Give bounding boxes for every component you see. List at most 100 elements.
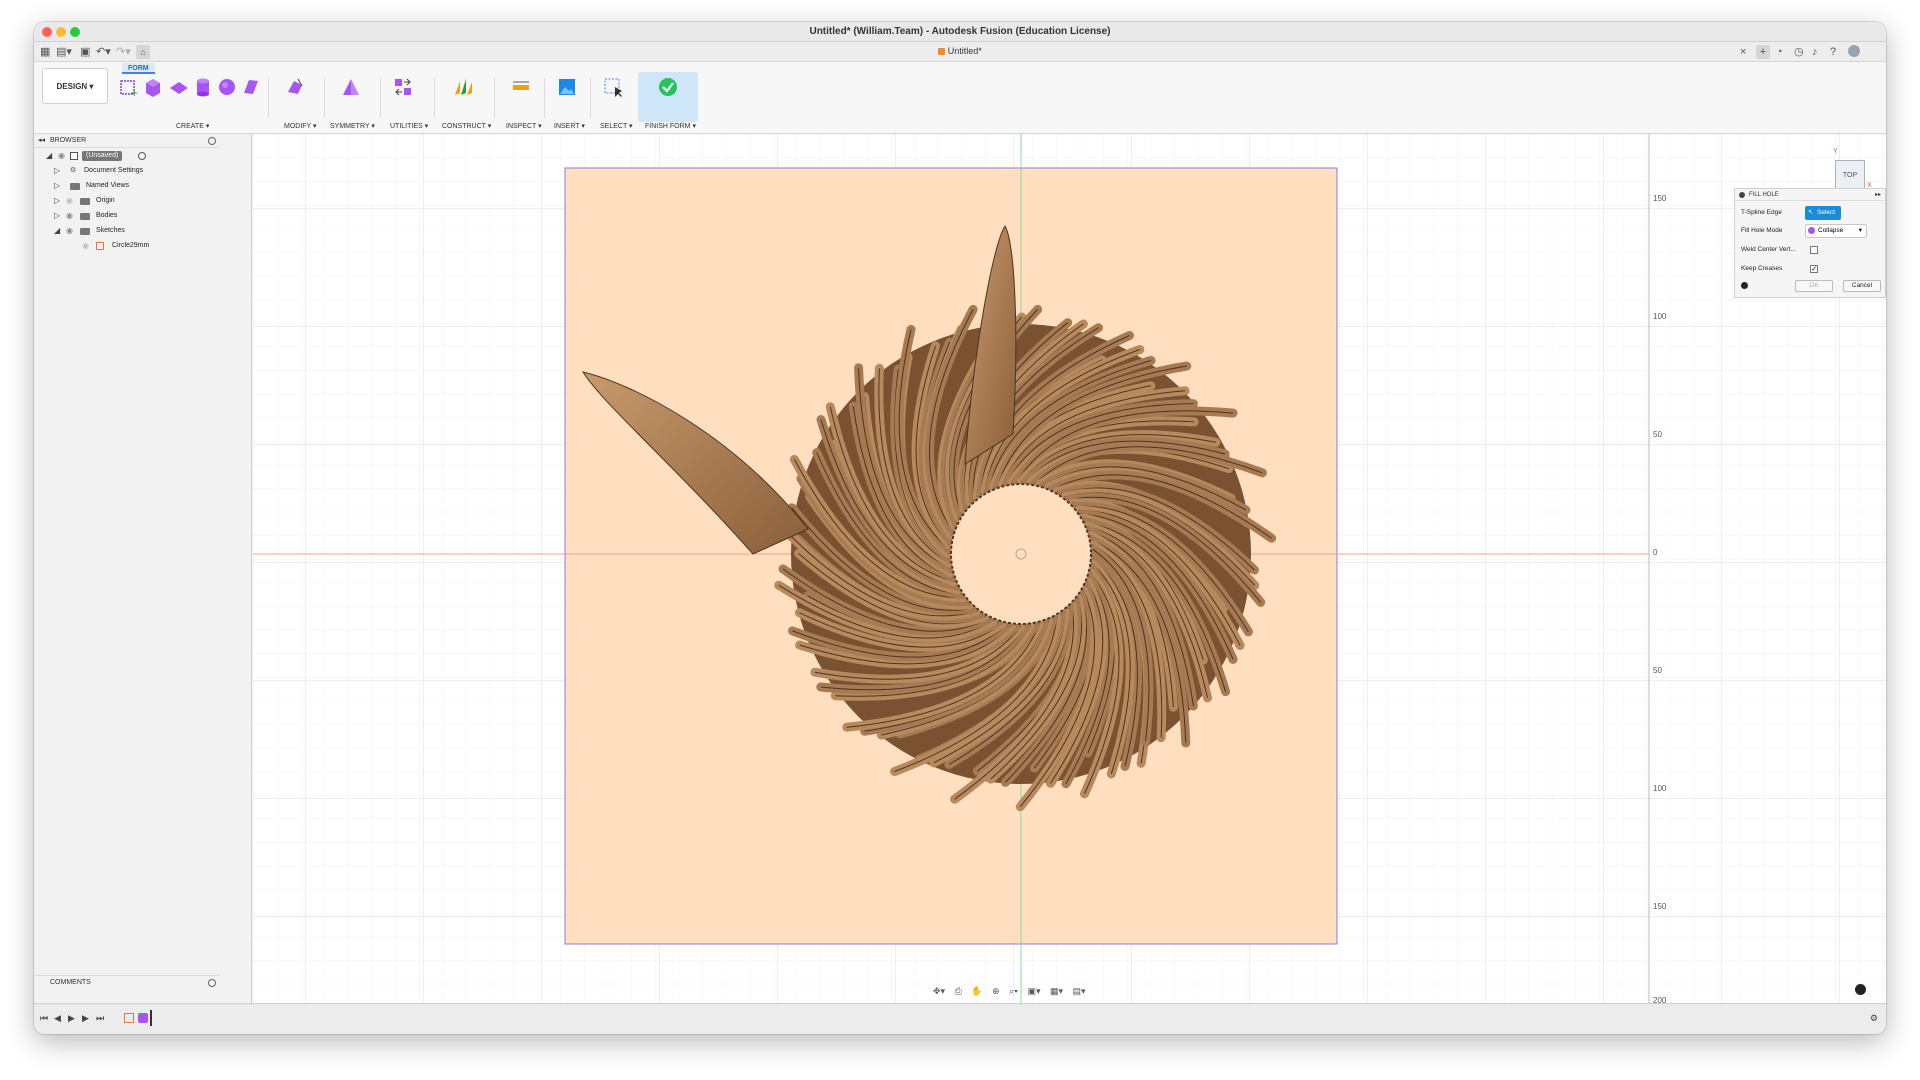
orbit-icon[interactable]: ✥▾ [933,986,945,997]
job-status-icon[interactable]: ◷ [1794,45,1804,59]
info-icon[interactable] [1741,282,1748,289]
body-center-hole[interactable] [950,483,1092,625]
measure-icon[interactable] [510,76,532,98]
go-to-end-icon[interactable]: ⏭ [96,1013,104,1024]
zoom-icon[interactable]: ⊕ [992,986,1000,997]
browser-panel: ◂◂ BROWSER ◢ ◉ (Unsaved) ▷ ⚙ Document Se… [34,134,252,1003]
modify-menu[interactable]: MODIFY ▾ [284,122,317,130]
collapsed-triangle-icon[interactable]: ▷ [54,165,60,177]
extensions-icon[interactable]: ◔ [1776,45,1783,59]
symmetry-icon[interactable] [340,76,362,98]
viewports-icon[interactable]: ▤▾ [1073,986,1086,997]
checkmark-icon[interactable] [657,76,679,98]
timeline-form-icon[interactable] [138,1013,148,1023]
select-icon[interactable] [602,76,624,98]
close-tab-icon[interactable]: × [1740,45,1746,59]
canvas-svg[interactable] [253,134,1886,1003]
insert-menu[interactable]: INSERT ▾ [554,122,585,130]
navigation-bar: ✥▾ ⎙ ✋ ⊕ ⌕▾ ▣▾ ▦▾ ▤▾ [933,986,1093,1000]
workspace-switcher[interactable]: DESIGN ▾ [42,68,108,104]
comments-panel[interactable]: COMMENTS [34,975,220,989]
folder-icon [70,183,80,190]
timeline-settings-icon[interactable]: ⚙ [1870,1013,1878,1024]
timeline-marker[interactable] [150,1010,152,1026]
pan-icon[interactable]: ✋ [971,986,982,997]
tree-item-bodies[interactable]: ▷ ◉ Bodies [54,210,194,222]
construct-menu[interactable]: CONSTRUCT ▾ [442,122,491,130]
look-at-icon[interactable]: ⎙ [955,986,962,997]
help-icon[interactable]: ? [1830,45,1836,59]
tab-form[interactable]: FORM [122,63,155,74]
ok-button[interactable]: OK [1795,280,1833,292]
step-back-icon[interactable]: ◀ [54,1013,61,1024]
utilities-icon[interactable] [392,76,414,98]
folder-icon [80,228,90,235]
expanded-triangle-icon[interactable]: ◢ [54,225,60,237]
select-menu[interactable]: SELECT ▾ [600,122,633,130]
display-settings-icon[interactable]: ▣▾ [1027,986,1040,997]
cylinder-icon[interactable] [192,76,214,98]
hidden-eye-icon[interactable]: ◉ [66,195,73,207]
hidden-eye-icon[interactable]: ◉ [82,240,89,252]
fit-icon[interactable]: ⌕▾ [1009,986,1018,997]
new-tab-icon[interactable]: + [1756,45,1770,59]
collapsed-triangle-icon[interactable]: ▷ [54,210,60,222]
document-tab[interactable]: Untitled* [34,46,1886,56]
box-icon[interactable] [142,76,164,98]
fill-hole-mode-select[interactable]: Collapse ▾ [1805,224,1867,238]
tree-item-label: Bodies [96,212,118,219]
tree-root[interactable]: ◢ ◉ (Unsaved) [42,150,192,162]
expand-icon[interactable]: ▸▸ [1875,189,1881,201]
collapse-icon[interactable]: ◂◂ [38,134,45,148]
grid-settings-icon[interactable]: ▦▾ [1050,986,1063,997]
tree-item-origin[interactable]: ▷ ◉ Origin [54,195,194,207]
canvas-viewport[interactable]: 150 100 50 0 50 100 150 200 TOP X Y Z ✥▾… [253,134,1886,1003]
go-to-start-icon[interactable]: ⏮ [40,1013,48,1024]
pin-icon[interactable] [208,137,216,145]
create-form-sketch-icon[interactable]: + [118,76,140,98]
visibility-eye-icon[interactable]: ◉ [58,150,65,162]
edit-form-icon[interactable] [284,76,306,98]
visibility-eye-icon[interactable]: ◉ [66,225,73,237]
utilities-menu[interactable]: UTILITIES ▾ [390,122,428,130]
create-menu[interactable]: CREATE ▾ [176,122,209,130]
edge-select-button[interactable]: ↖ Select [1805,206,1841,220]
symmetry-menu[interactable]: SYMMETRY ▾ [330,122,375,130]
ruler-label: 150 [1653,902,1667,911]
pin-icon[interactable] [208,979,216,987]
tree-item-named-views[interactable]: ▷ Named Views [54,180,194,192]
collapsed-triangle-icon[interactable]: ▷ [54,195,60,207]
expanded-triangle-icon[interactable]: ◢ [46,150,52,162]
tree-item-sketches[interactable]: ◢ ◉ Sketches [54,225,194,237]
play-icon[interactable]: ▶ [68,1013,75,1024]
activate-icon[interactable] [138,152,146,160]
insert-label: INSERT [554,123,580,130]
timeline-sketch-icon[interactable] [124,1013,134,1023]
construct-plane-icon[interactable] [452,76,474,98]
sphere-icon[interactable] [216,76,238,98]
finish-form-menu[interactable]: FINISH FORM ▾ [645,122,696,130]
step-forward-icon[interactable]: ▶ [82,1013,89,1024]
collapsed-triangle-icon[interactable]: ▷ [54,180,60,192]
inspect-menu[interactable]: INSPECT ▾ [506,122,542,130]
insert-image-icon[interactable] [556,76,578,98]
tree-item-document-settings[interactable]: ▷ ⚙ Document Settings [54,165,194,177]
tree-item-label: Named Views [86,182,130,189]
finish-form-label: FINISH FORM [645,123,691,130]
divider [268,78,269,118]
chat-icon[interactable] [1855,984,1866,995]
comments-label: COMMENTS [50,979,91,986]
visibility-eye-icon[interactable]: ◉ [66,210,73,222]
plane-icon[interactable] [168,76,190,98]
construct-label: CONSTRUCT [442,123,486,130]
tree-item-circle29mm[interactable]: ◉ Circle29mm [82,240,202,252]
tree-item-label: Circle29mm [112,242,150,249]
keep-creases-checkbox[interactable]: ✓ [1810,265,1818,273]
cancel-button[interactable]: Cancel [1843,280,1881,292]
notifications-icon[interactable]: ♪ [1812,45,1818,59]
viewcube-face[interactable]: TOP [1835,160,1865,190]
face-icon[interactable] [240,76,262,98]
weld-center-checkbox[interactable] [1810,246,1818,254]
avatar[interactable] [1848,45,1860,57]
browser-title: BROWSER [50,137,87,144]
